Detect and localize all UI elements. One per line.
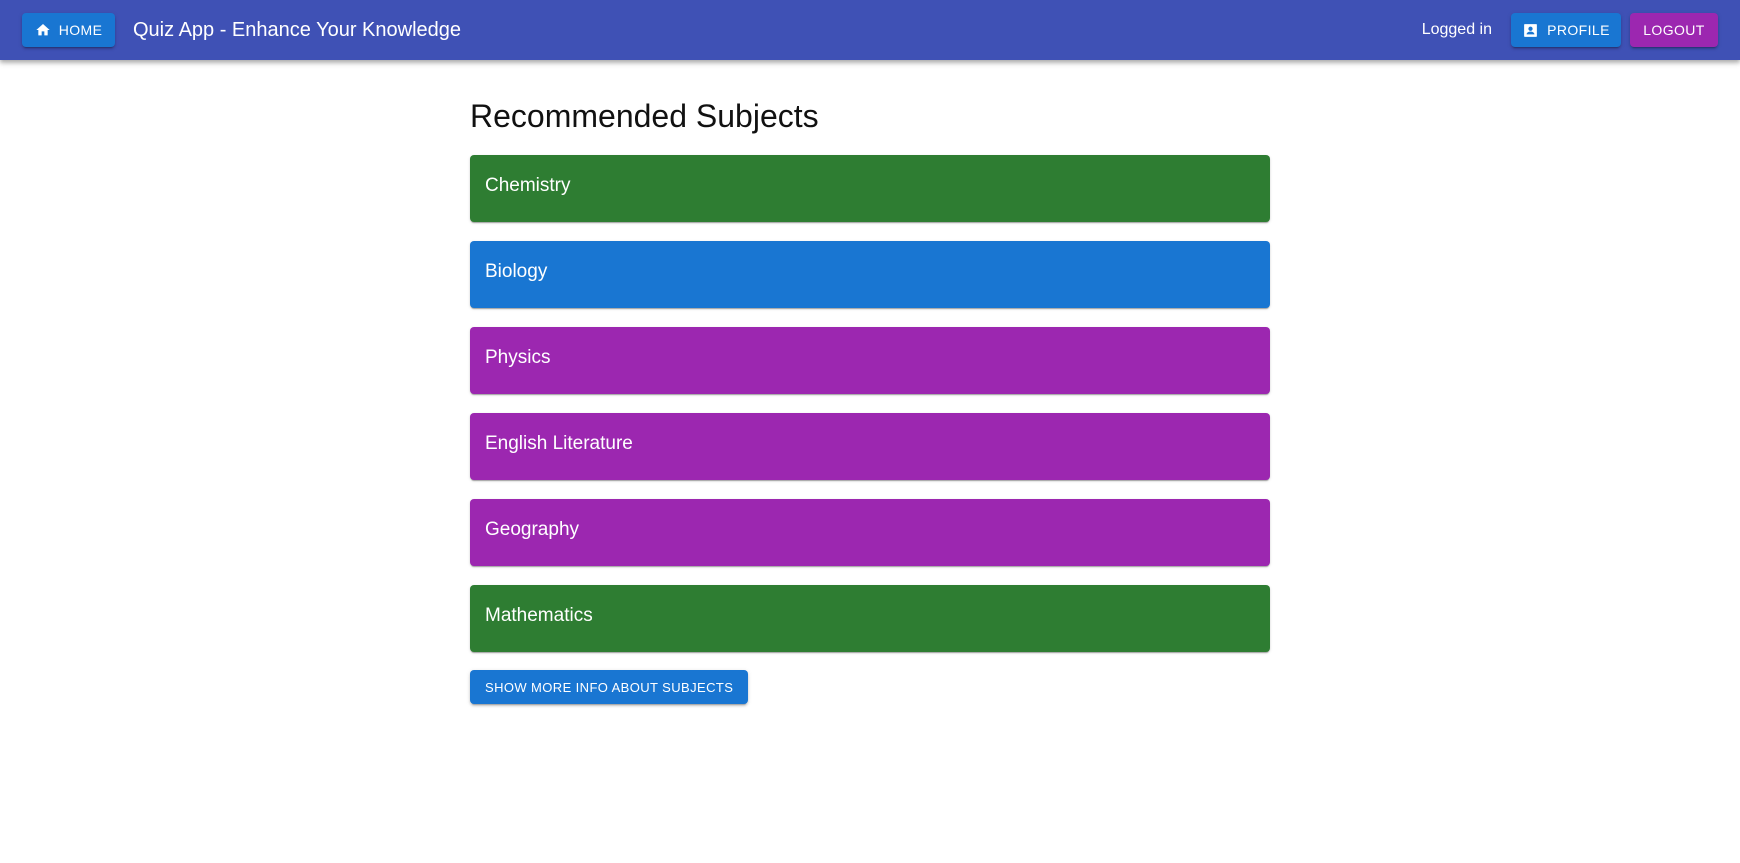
app-title: Quiz App - Enhance Your Knowledge xyxy=(133,18,462,41)
page-title: Recommended Subjects xyxy=(470,98,819,134)
subject-label: Physics xyxy=(485,347,551,368)
subject-label: Mathematics xyxy=(485,605,593,626)
subject-card-chemistry[interactable]: Chemistry xyxy=(470,155,1270,222)
subject-card-mathematics[interactable]: Mathematics xyxy=(470,585,1270,652)
subject-label: Biology xyxy=(485,261,548,282)
subject-list: Chemistry Biology Physics English Litera… xyxy=(470,155,1270,652)
subject-label: Chemistry xyxy=(485,175,571,196)
main-content: Recommended Subjects Chemistry Biology P… xyxy=(470,60,1270,704)
subject-card-physics[interactable]: Physics xyxy=(470,327,1270,394)
subject-card-biology[interactable]: Biology xyxy=(470,241,1270,308)
logout-button[interactable]: LOGOUT xyxy=(1630,13,1718,47)
home-icon xyxy=(35,21,51,39)
profile-button[interactable]: PROFILE xyxy=(1511,13,1621,47)
profile-button-label: PROFILE xyxy=(1547,22,1610,38)
subject-card-geography[interactable]: Geography xyxy=(470,499,1270,566)
login-status: Logged in xyxy=(1421,21,1492,38)
subject-label: English Literature xyxy=(485,433,633,454)
app-bar: HOME Quiz App - Enhance Your Knowledge L… xyxy=(0,0,1740,60)
home-button[interactable]: HOME xyxy=(22,13,115,47)
logout-button-label: LOGOUT xyxy=(1643,22,1705,38)
subject-card-english-literature[interactable]: English Literature xyxy=(470,413,1270,480)
show-more-info-button[interactable]: SHOW MORE INFO ABOUT SUBJECTS xyxy=(470,670,749,704)
home-button-label: HOME xyxy=(58,22,103,38)
subject-label: Geography xyxy=(485,519,580,540)
contact-card-icon xyxy=(1522,21,1539,39)
